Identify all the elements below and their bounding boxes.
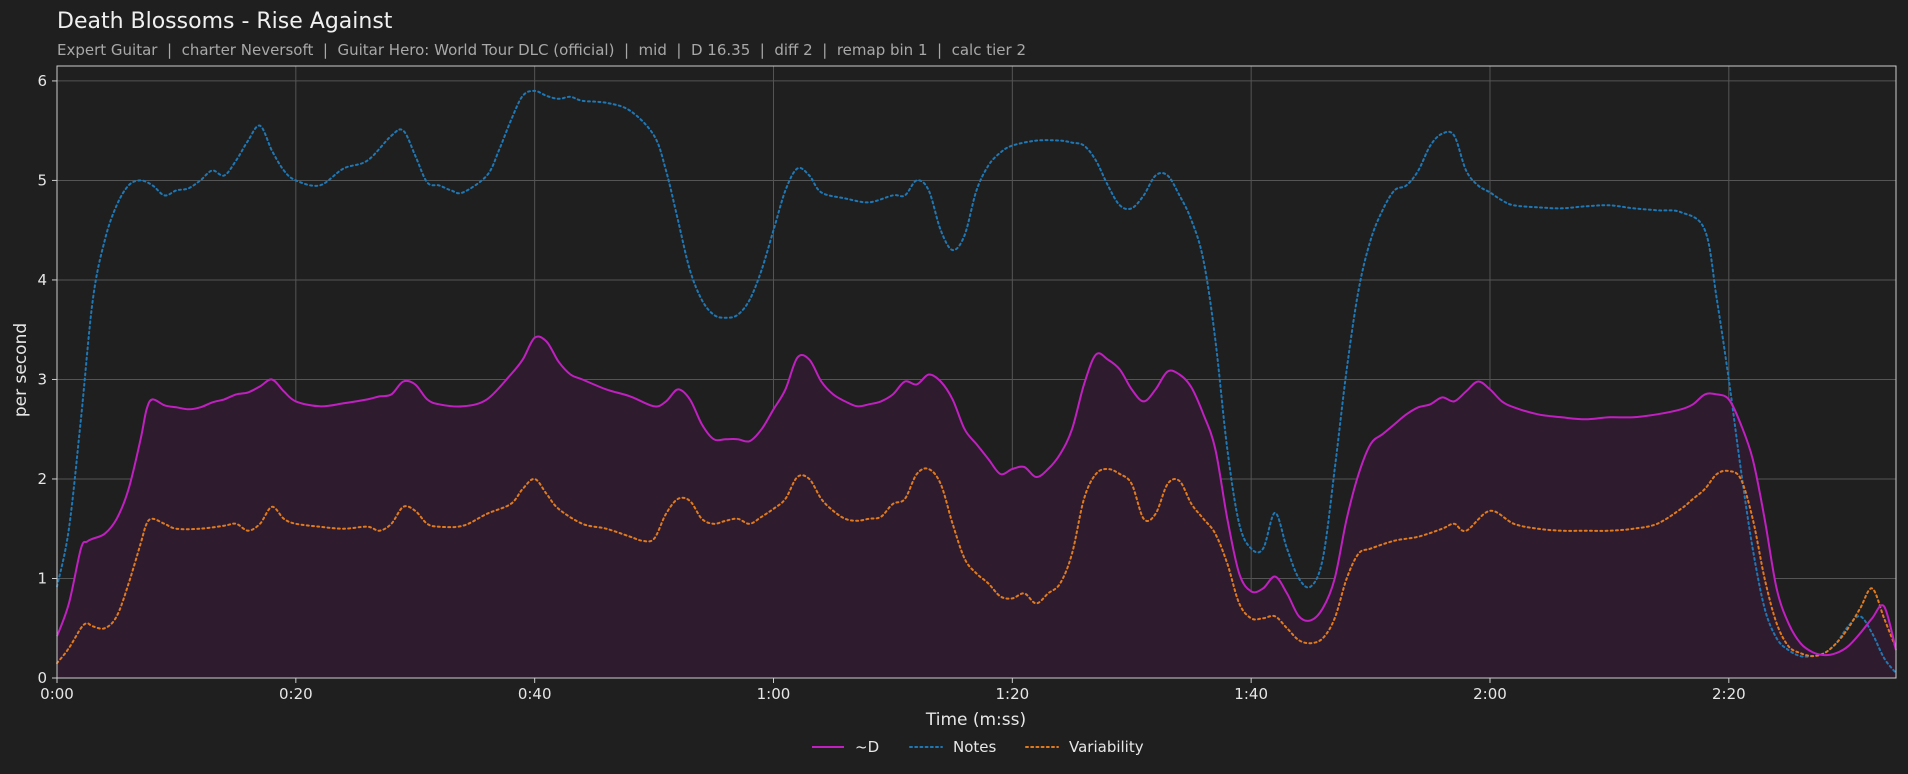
x-tick-label: 1:20	[995, 685, 1029, 703]
x-tick-label: 1:40	[1234, 685, 1268, 703]
y-tick-label: 1	[37, 569, 47, 587]
x-tick-label: 0:40	[518, 685, 552, 703]
chart-title: Death Blossoms - Rise Against	[57, 9, 393, 34]
x-axis-label: Time (m:ss)	[925, 710, 1026, 730]
y-tick-label: 2	[37, 470, 47, 488]
legend: ~D Notes Variability	[812, 738, 1144, 756]
legend-label-variability-series: Variability	[1069, 738, 1144, 756]
y-axis-label: per second	[11, 323, 31, 417]
y-tick-label: 6	[37, 72, 47, 90]
x-tick-label: 2:00	[1473, 685, 1507, 703]
x-tick-label: 2:20	[1712, 685, 1746, 703]
y-tick-label: 5	[37, 171, 47, 189]
legend-label-d-series: ~D	[855, 738, 879, 756]
x-tick-label: 0:00	[40, 685, 74, 703]
y-tick-label: 4	[37, 271, 47, 289]
chart-subtitle: Expert Guitar | charter Neversoft | Guit…	[57, 41, 1026, 59]
legend-label-notes-series: Notes	[953, 738, 997, 756]
x-tick-label: 0:20	[279, 685, 313, 703]
chart: Death Blossoms - Rise Against Expert Gui…	[0, 0, 1908, 774]
y-tick-label: 0	[37, 669, 47, 687]
y-tick-label: 3	[37, 370, 47, 388]
x-tick-label: 1:00	[757, 685, 791, 703]
